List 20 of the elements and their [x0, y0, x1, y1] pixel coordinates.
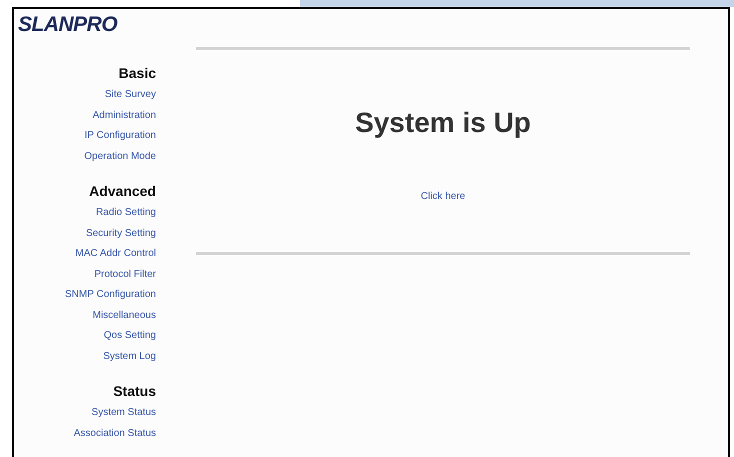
page-title: System is Up — [355, 106, 531, 140]
sidebar-link[interactable]: Operation Mode — [84, 146, 156, 167]
section-heading: Status — [113, 382, 156, 400]
sidebar-link[interactable]: Administration — [92, 106, 156, 126]
sidebar-link[interactable]: SNMP Configuration — [65, 285, 156, 306]
sidebar-link[interactable]: Association Status — [74, 424, 156, 444]
sidebar-link[interactable]: Protocol Filter — [94, 264, 156, 285]
sidebar-link[interactable]: Qos Setting — [104, 326, 156, 346]
section-heading: Basic — [118, 64, 156, 82]
sidebar-link[interactable]: Miscellaneous — [92, 306, 156, 326]
sidebar-link[interactable]: MAC Addr Control — [75, 244, 156, 264]
click-here-link[interactable]: Click here — [420, 191, 466, 202]
section-heading: Advanced — [89, 182, 156, 200]
sidebar-link[interactable]: Radio Setting — [96, 203, 156, 224]
sidebar-link[interactable]: Site Survey — [104, 85, 156, 106]
brand-logo: SLANPRO — [17, 13, 118, 37]
sidebar-link[interactable]: System Status — [92, 403, 156, 424]
sidebar-link[interactable]: Security Setting — [86, 224, 156, 244]
sidebar-link[interactable]: System Log — [103, 346, 156, 367]
sidebar-link[interactable]: IP Configuration — [84, 126, 156, 146]
